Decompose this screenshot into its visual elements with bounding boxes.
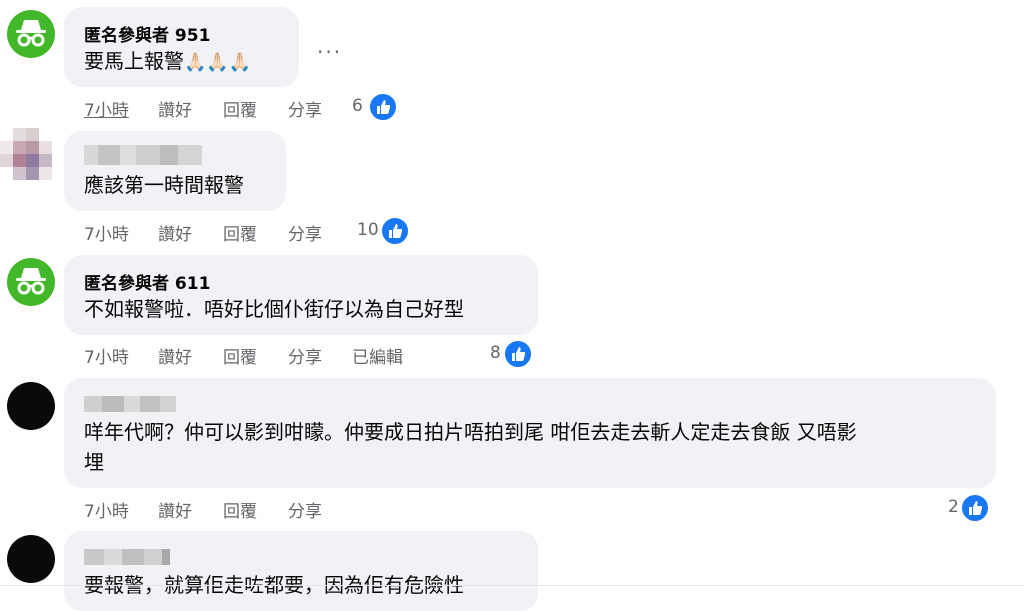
comment-time-link[interactable]: 7小時 xyxy=(84,96,129,121)
comment-bubble: 要報警，就算佢走咗都要，因為佢有危險性 xyxy=(64,531,538,611)
divider xyxy=(0,585,1024,586)
comment-bubble: 匿名參與者 951 要馬上報警🙏🏻🙏🏻🙏🏻 xyxy=(64,7,299,87)
comment-text: 要馬上報警🙏🏻🙏🏻🙏🏻 xyxy=(84,45,251,79)
blurred-author-name[interactable] xyxy=(84,145,204,165)
reaction-count[interactable]: 8 xyxy=(480,339,540,369)
user-avatar[interactable] xyxy=(7,382,55,430)
user-avatar[interactable] xyxy=(0,128,56,192)
like-count: 8 xyxy=(490,343,501,363)
comment-bubble: 匿名參與者 611 不如報警啦．唔好比個仆街仔以為自己好型 xyxy=(64,255,538,335)
like-count: 6 xyxy=(352,96,363,116)
share-action-button[interactable]: 分享 xyxy=(288,96,322,121)
more-options-button[interactable]: ··· xyxy=(317,40,342,64)
comment-time-link[interactable]: 7小時 xyxy=(84,343,129,368)
thumbs-up-icon xyxy=(380,216,410,246)
reaction-count[interactable]: 2 xyxy=(940,493,994,523)
anonymous-avatar[interactable] xyxy=(7,258,55,306)
reaction-count[interactable]: 10 xyxy=(340,216,412,246)
comment-text-line-1: 咩年代啊？仲可以影到咁矇。仲要成日拍片唔拍到尾 咁佢去走去斬人定走去食飯 又唔影 xyxy=(84,420,857,444)
comment-bubble: 應該第一時間報警 xyxy=(64,131,286,211)
thumbs-up-icon xyxy=(960,493,990,523)
share-action-button[interactable]: 分享 xyxy=(288,220,322,245)
like-action-button[interactable]: 讚好 xyxy=(158,343,192,368)
reply-action-button[interactable]: 回覆 xyxy=(223,497,257,522)
thumbs-up-icon xyxy=(368,92,398,122)
like-count: 10 xyxy=(357,220,379,240)
share-action-button[interactable]: 分享 xyxy=(288,497,322,522)
comment-bubble: 咩年代啊？仲可以影到咁矇。仲要成日拍片唔拍到尾 咁佢去走去斬人定走去食飯 又唔影… xyxy=(64,378,996,488)
like-action-button[interactable]: 讚好 xyxy=(158,497,192,522)
like-count: 2 xyxy=(948,497,959,517)
comment-text: 不如報警啦．唔好比個仆街仔以為自己好型 xyxy=(84,297,464,321)
like-action-button[interactable]: 讚好 xyxy=(158,220,192,245)
reaction-count[interactable]: 6 xyxy=(340,92,400,122)
comment-time-link[interactable]: 7小時 xyxy=(84,497,129,522)
blurred-author-name[interactable] xyxy=(84,396,176,412)
anonymous-avatar[interactable] xyxy=(7,10,55,58)
incognito-icon xyxy=(16,20,46,47)
like-action-button[interactable]: 讚好 xyxy=(158,96,192,121)
praying-hands-emoji: 🙏🏻🙏🏻🙏🏻 xyxy=(184,52,252,73)
reply-action-button[interactable]: 回覆 xyxy=(223,96,257,121)
comment-text: 應該第一時間報警 xyxy=(84,173,244,197)
blurred-author-name[interactable] xyxy=(84,549,172,565)
share-action-button[interactable]: 分享 xyxy=(288,343,322,368)
comment-text-body: 要馬上報警 xyxy=(84,49,184,73)
comment-author[interactable]: 匿名參與者 951 xyxy=(84,21,210,46)
comment-time-link[interactable]: 7小時 xyxy=(84,220,129,245)
comment-author[interactable]: 匿名參與者 611 xyxy=(84,269,210,294)
reply-action-button[interactable]: 回覆 xyxy=(223,220,257,245)
incognito-icon xyxy=(16,268,46,295)
edited-label[interactable]: 已編輯 xyxy=(352,343,403,368)
user-avatar[interactable] xyxy=(7,535,55,583)
thumbs-up-icon xyxy=(503,339,533,369)
comment-text-line-2: 埋 xyxy=(84,450,104,474)
reply-action-button[interactable]: 回覆 xyxy=(223,343,257,368)
